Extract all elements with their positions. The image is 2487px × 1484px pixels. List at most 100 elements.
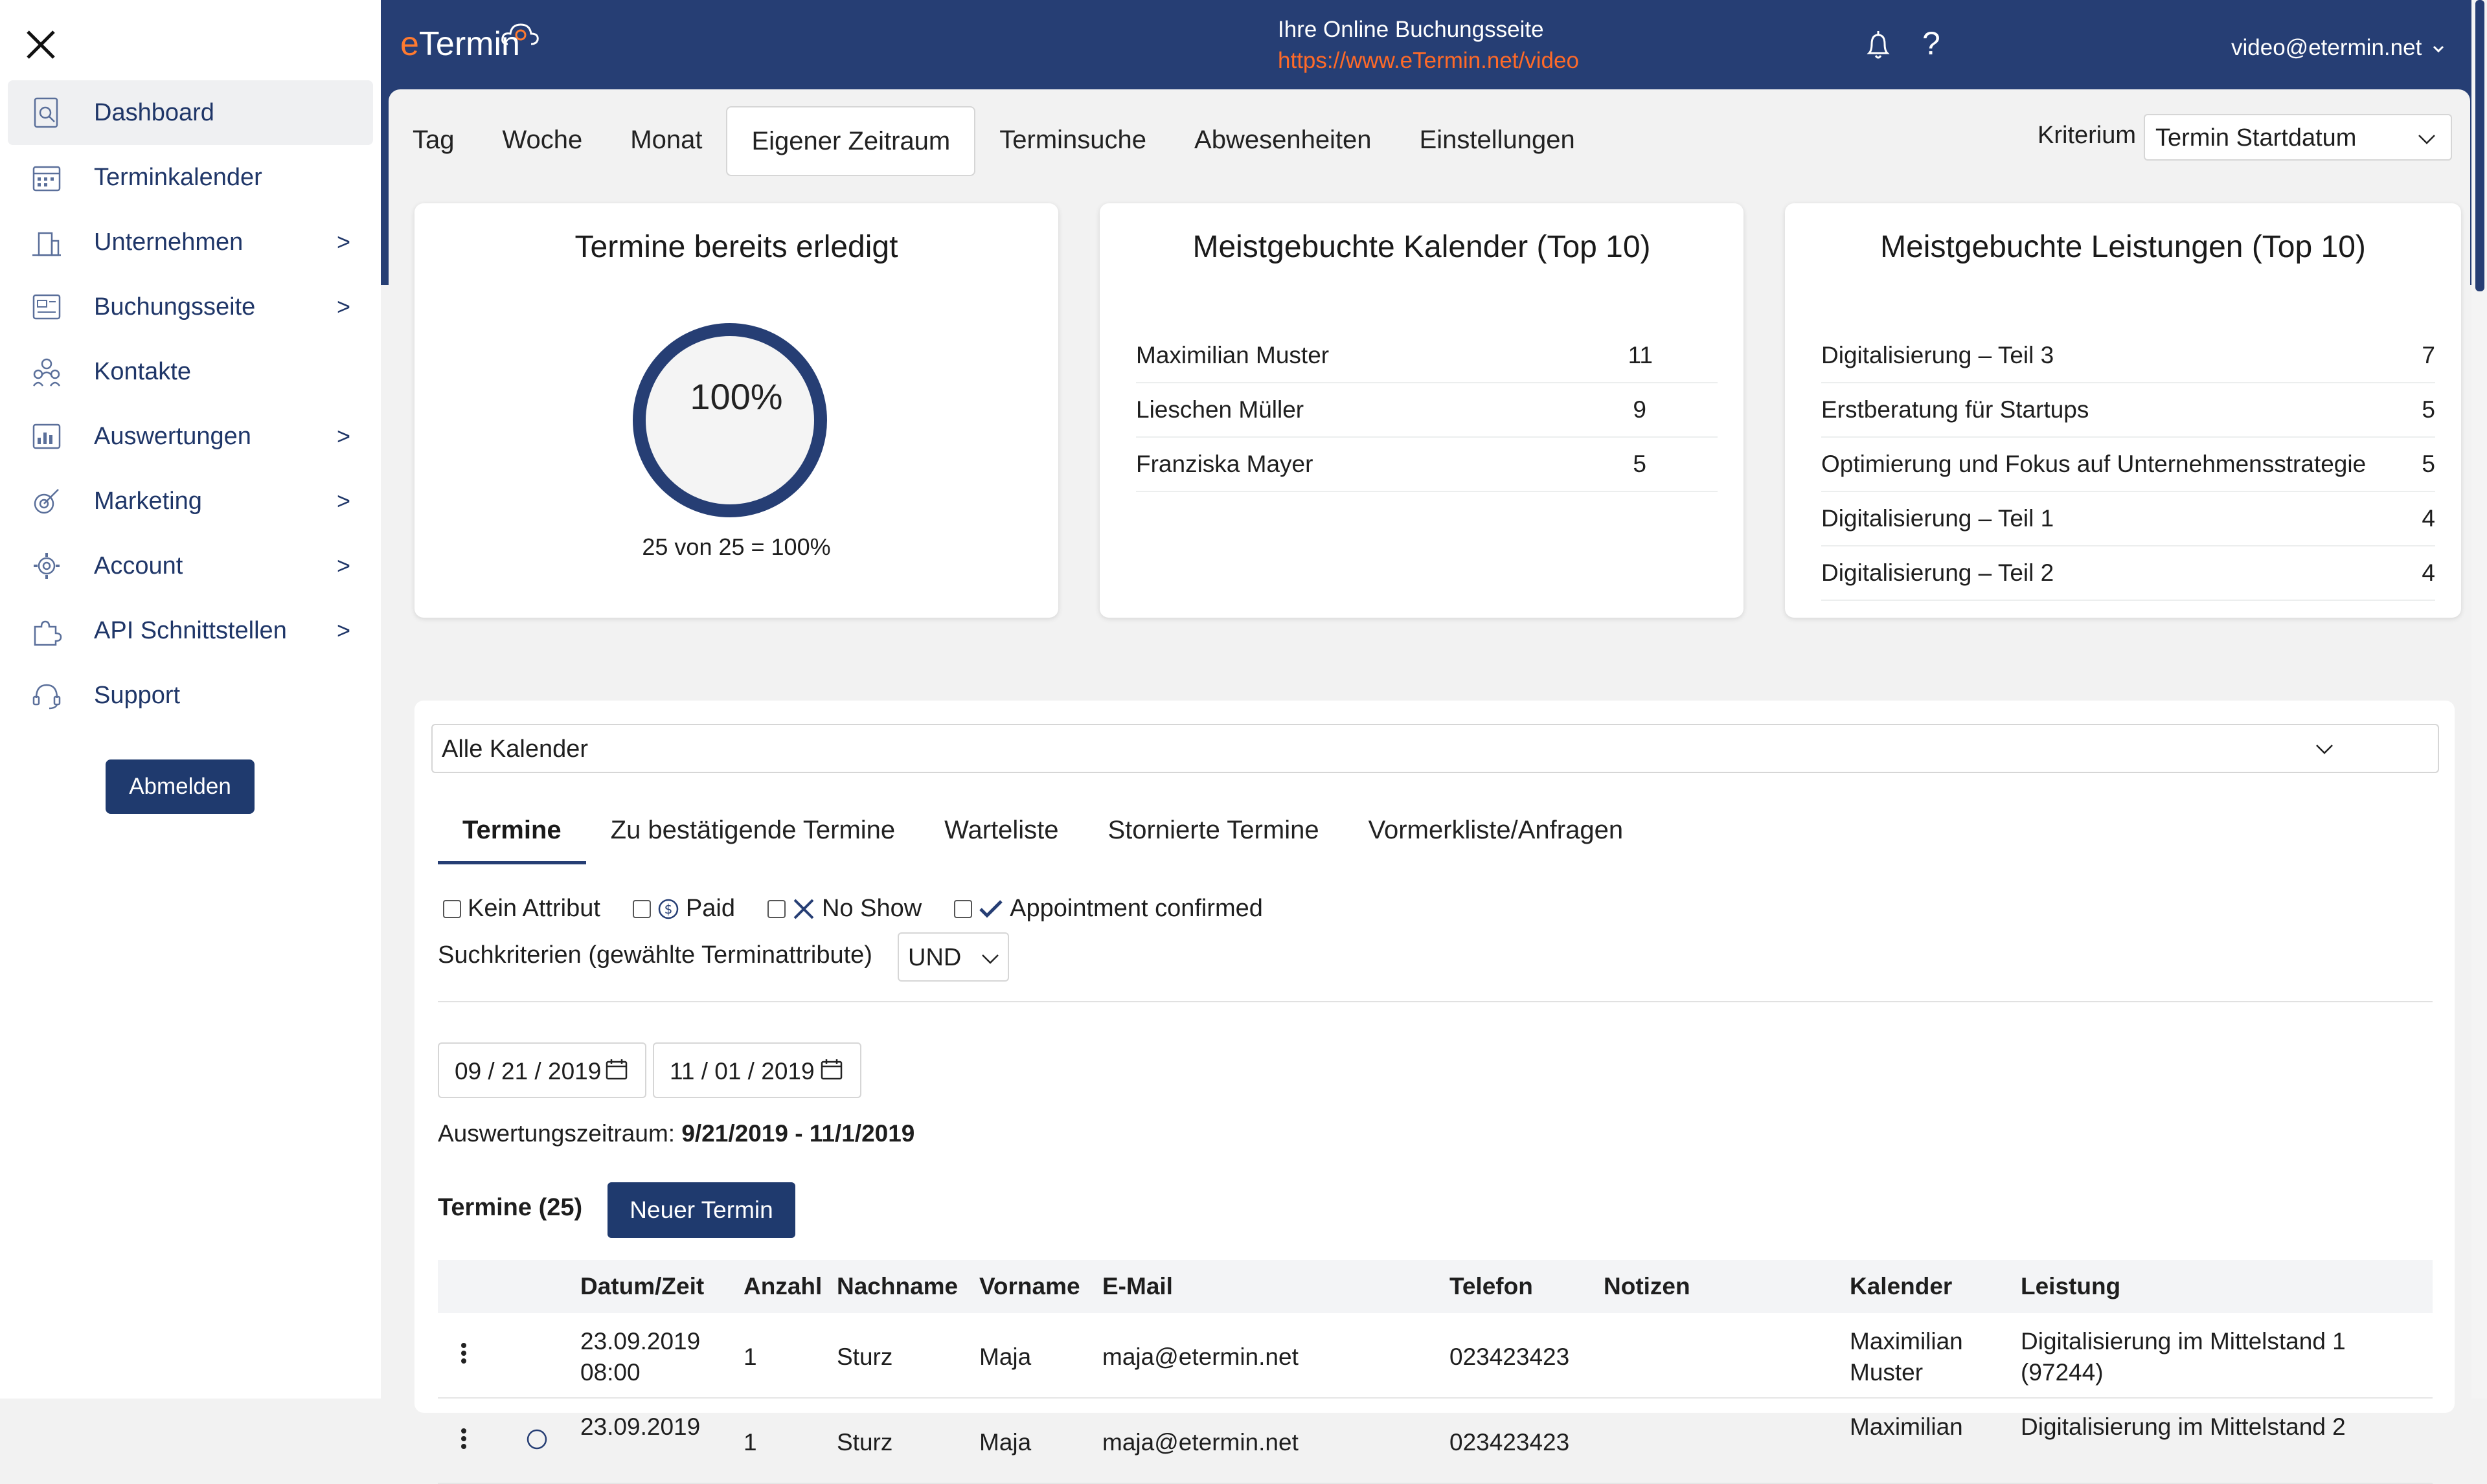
col-anzahl[interactable]: Anzahl (744, 1273, 822, 1300)
sidebar-item-account[interactable]: Account > (0, 534, 381, 598)
booking-page-link[interactable]: https://www.eTermin.net/video (1278, 48, 1579, 74)
completion-donut (633, 323, 827, 517)
kriterium-select[interactable]: Termin Startdatum (2144, 114, 2452, 161)
row-menu-icon[interactable] (460, 1427, 468, 1458)
attr-label: No Show (821, 895, 922, 922)
dollar-coin-icon (526, 1427, 548, 1458)
chevron-right-icon: > (337, 488, 351, 514)
tab-stornierte[interactable]: Stornierte Termine (1084, 798, 1344, 861)
calendar-filter-select[interactable]: Alle Kalender (431, 724, 2439, 773)
sidebar-item-unternehmen[interactable]: Unternehmen > (0, 210, 381, 275)
tab-warteliste[interactable]: Warteliste (920, 798, 1083, 861)
scrollbar-thumb[interactable] (2475, 0, 2484, 291)
col-nachname[interactable]: Nachname (837, 1273, 958, 1300)
sidebar-item-api[interactable]: API Schnittstellen > (0, 598, 381, 663)
cloud-logo-icon (501, 23, 539, 45)
period-label: Auswertungszeitraum: (438, 1120, 676, 1147)
tab-vormerkliste[interactable]: Vormerkliste/Anfragen (1344, 798, 1648, 861)
date-to-value: 11 / 01 / 2019 (670, 1058, 815, 1085)
service-name: Digitalisierung – Teil 3 (1821, 342, 2054, 368)
tab-woche[interactable]: Woche (479, 106, 607, 174)
divider (438, 1001, 2433, 1002)
completion-caption: 25 von 25 = 100% (642, 534, 831, 560)
checkbox[interactable] (767, 899, 786, 918)
calendar-icon (32, 166, 61, 192)
checkbox[interactable] (954, 899, 973, 918)
support-headset-icon (32, 684, 61, 710)
sidebar-item-kontakte[interactable]: Kontakte (0, 339, 381, 404)
calendar-name: Franziska Mayer (1136, 451, 1313, 477)
table-row[interactable]: 23.09.2019 08:00 1 Sturz Maja maja@etermi… (438, 1313, 2433, 1399)
attr-paid[interactable]: $ Paid (632, 895, 735, 923)
sidebar-item-support[interactable]: Support (0, 663, 381, 728)
cell-lastname: Sturz (837, 1343, 893, 1370)
row-menu-icon[interactable] (460, 1342, 468, 1373)
date-from-input[interactable]: 09 / 21 / 2019 (438, 1042, 646, 1098)
cell-phone: 023423423 (1449, 1429, 1570, 1456)
sidebar-item-label: Kontakte (94, 357, 191, 385)
card-title: Termine bereits erledigt (574, 230, 898, 264)
col-notizen[interactable]: Notizen (1604, 1273, 1690, 1300)
page-scrollbar[interactable] (2471, 0, 2487, 1399)
notification-bell-icon[interactable] (1863, 28, 1894, 62)
logout-button[interactable]: Abmelden (106, 759, 255, 814)
date-to-input[interactable]: 11 / 01 / 2019 (653, 1042, 861, 1098)
col-email[interactable]: E-Mail (1102, 1273, 1173, 1300)
sidebar-item-buchungsseite[interactable]: Buchungsseite > (0, 275, 381, 339)
logo-e: e (400, 25, 419, 63)
service-name: Erstberatung für Startups (1821, 396, 2089, 423)
chevron-down-icon (2433, 45, 2444, 52)
new-appointment-button[interactable]: Neuer Termin (608, 1182, 795, 1238)
chevron-down-icon (2316, 745, 2333, 754)
list-item: Franziska Mayer 5 (1136, 436, 1718, 492)
list-item: Erstberatung für Startups 5 (1821, 382, 2435, 438)
sidebar-item-label: Marketing (94, 487, 202, 515)
close-icon[interactable] (25, 28, 57, 61)
col-telefon[interactable]: Telefon (1449, 1273, 1533, 1300)
checkbox[interactable] (443, 899, 461, 918)
table-row[interactable]: 23.09.2019 1 Sturz Maja maja@etermin.net… (438, 1399, 2433, 1484)
list-item: Digitalisierung – Teil 2 4 (1821, 545, 2435, 601)
sidebar-item-dashboard[interactable]: Dashboard (8, 80, 373, 145)
logo[interactable]: eTermin (400, 23, 539, 63)
cross-icon (793, 899, 814, 919)
help-icon[interactable]: ? (1922, 25, 1940, 62)
list-item: Digitalisierung – Teil 3 7 (1821, 328, 2435, 383)
sidebar-item-terminkalender[interactable]: Terminkalender (0, 145, 381, 210)
booking-page-info: Ihre Online Buchungsseite https://www.eT… (1278, 17, 1579, 74)
calendar-icon[interactable] (605, 1058, 628, 1081)
tab-termine[interactable]: Termine (438, 798, 586, 864)
tab-zu-bestaetigende[interactable]: Zu bestätigende Termine (586, 798, 920, 861)
calendar-icon[interactable] (820, 1058, 843, 1081)
attr-label: Kein Attribut (468, 895, 600, 922)
tab-abwesenheiten[interactable]: Abwesenheiten (1170, 106, 1396, 174)
api-puzzle-icon (34, 620, 62, 646)
sidebar-item-marketing[interactable]: Marketing > (0, 469, 381, 534)
chevron-right-icon: > (337, 293, 351, 320)
col-vorname[interactable]: Vorname (979, 1273, 1080, 1300)
chevron-down-icon (2418, 135, 2435, 144)
completion-percent: 100% (690, 376, 783, 417)
user-menu[interactable]: video@etermin.net (2231, 35, 2445, 61)
list-item: Digitalisierung – Teil 1 4 (1821, 491, 2435, 546)
tab-tag[interactable]: Tag (389, 106, 479, 174)
cell-firstname: Maja (979, 1429, 1032, 1456)
col-kalender[interactable]: Kalender (1850, 1273, 1952, 1300)
main-content: Tag Woche Monat Eigener Zeitraum Termins… (389, 89, 2470, 1484)
sidebar-item-auswertungen[interactable]: Auswertungen > (0, 404, 381, 469)
search-criteria-select[interactable]: UND (898, 932, 1009, 982)
col-datum[interactable]: Datum/Zeit (580, 1273, 704, 1300)
tab-monat[interactable]: Monat (606, 106, 726, 174)
attr-appointment-confirmed[interactable]: Appointment confirmed (954, 895, 1263, 923)
sidebar-nav: Dashboard Terminkalender Unternehmen > B… (0, 80, 381, 728)
attr-label: Paid (685, 895, 735, 922)
checkbox[interactable] (632, 899, 651, 918)
attr-kein-attribut[interactable]: Kein Attribut (443, 895, 600, 923)
attr-no-show[interactable]: No Show (767, 895, 922, 923)
col-leistung[interactable]: Leistung (2021, 1273, 2120, 1300)
tab-einstellungen[interactable]: Einstellungen (1396, 106, 1599, 174)
tab-eigener-zeitraum[interactable]: Eigener Zeitraum (726, 106, 976, 176)
tab-terminsuche[interactable]: Terminsuche (975, 106, 1170, 174)
list-item: Lieschen Müller 9 (1136, 382, 1718, 438)
cell-email: maja@etermin.net (1102, 1343, 1299, 1370)
